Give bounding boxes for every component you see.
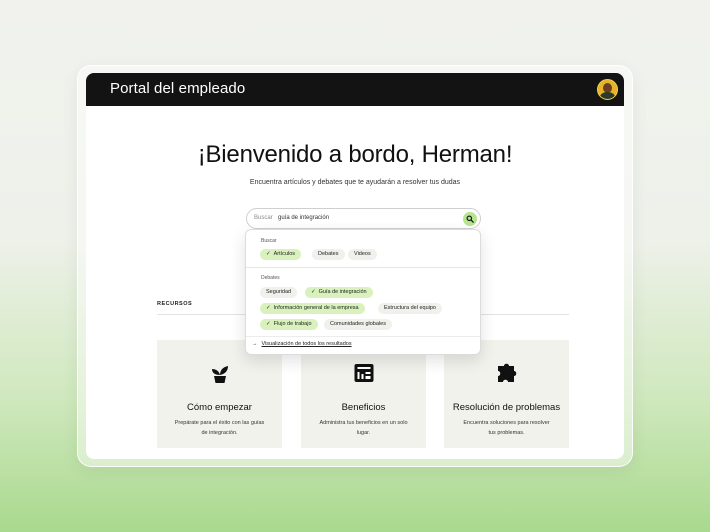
arrow-right-icon: →	[252, 341, 258, 347]
search-icon	[466, 215, 474, 223]
welcome-title: ¡Bienvenido a bordo, Herman!	[197, 141, 513, 168]
check-icon: ✓	[266, 305, 271, 311]
dropdown-divider	[246, 267, 480, 268]
chip-comunidades-globales[interactable]: Comunidades globales	[324, 319, 392, 330]
resources-label: RECURSOS	[157, 301, 193, 307]
check-icon: ✓	[266, 321, 271, 327]
card-troubleshooting[interactable]: Resolución de problemas Encuentra soluci…	[444, 340, 569, 448]
check-icon: ✓	[311, 289, 316, 295]
dropdown-section-label: Buscar	[261, 238, 277, 244]
puzzle-icon	[497, 363, 516, 382]
top-bar: Portal del empleado	[86, 73, 624, 106]
chip-guia-integracion[interactable]: ✓ Guía de integración	[305, 287, 373, 298]
card-title: Resolución de problemas	[452, 402, 561, 413]
chip-debates[interactable]: Debates	[312, 249, 345, 260]
chip-videos[interactable]: Videos	[348, 249, 377, 260]
search-value[interactable]: guía de integración	[278, 215, 329, 221]
check-icon: ✓	[266, 251, 271, 257]
card-desc: Encuentra soluciones para resolver tus p…	[463, 420, 550, 436]
card-desc: Prepárate para el éxito con las guías de…	[174, 420, 265, 436]
plant-icon	[211, 366, 228, 383]
chip-seguridad[interactable]: Seguridad	[260, 287, 298, 298]
chip-flujo-trabajo[interactable]: ✓ Flujo de trabajo	[260, 319, 318, 330]
card-getting-started[interactable]: Cómo empezar Prepárate para el éxito con…	[157, 340, 282, 448]
chip-informacion-empresa[interactable]: ✓ Información general de la empresa	[260, 303, 365, 314]
dropdown-divider	[246, 336, 480, 337]
app-title: Portal del empleado	[110, 80, 246, 97]
search-label: Buscar	[254, 215, 273, 221]
benefits-icon	[354, 364, 373, 382]
search-dropdown: Buscar ✓ Artículos Debates Videos Debates…	[245, 229, 481, 355]
chip-estructura-equipo[interactable]: Estructura del equipo	[378, 303, 442, 314]
card-title: Beneficios	[341, 402, 386, 413]
card-benefits[interactable]: Beneficios Administra tus beneficios en …	[301, 340, 426, 448]
card-desc: Administra tus beneficios en un solo lug…	[319, 420, 408, 436]
view-all-results-link[interactable]: → Visualización de todos los resultados	[252, 341, 352, 347]
avatar[interactable]	[597, 79, 618, 100]
welcome-subtitle: Encuentra artículos y debates que te ayu…	[249, 179, 461, 186]
chip-articulos[interactable]: ✓ Artículos	[260, 249, 302, 260]
dropdown-section-label: Debates	[261, 275, 280, 281]
search-button[interactable]	[463, 212, 477, 226]
portal-window: Portal del empleado ¡Bienvenido a bordo,…	[86, 73, 624, 459]
search-input[interactable]: Buscar guía de integración	[246, 208, 481, 229]
card-title: Cómo empezar	[187, 402, 252, 413]
